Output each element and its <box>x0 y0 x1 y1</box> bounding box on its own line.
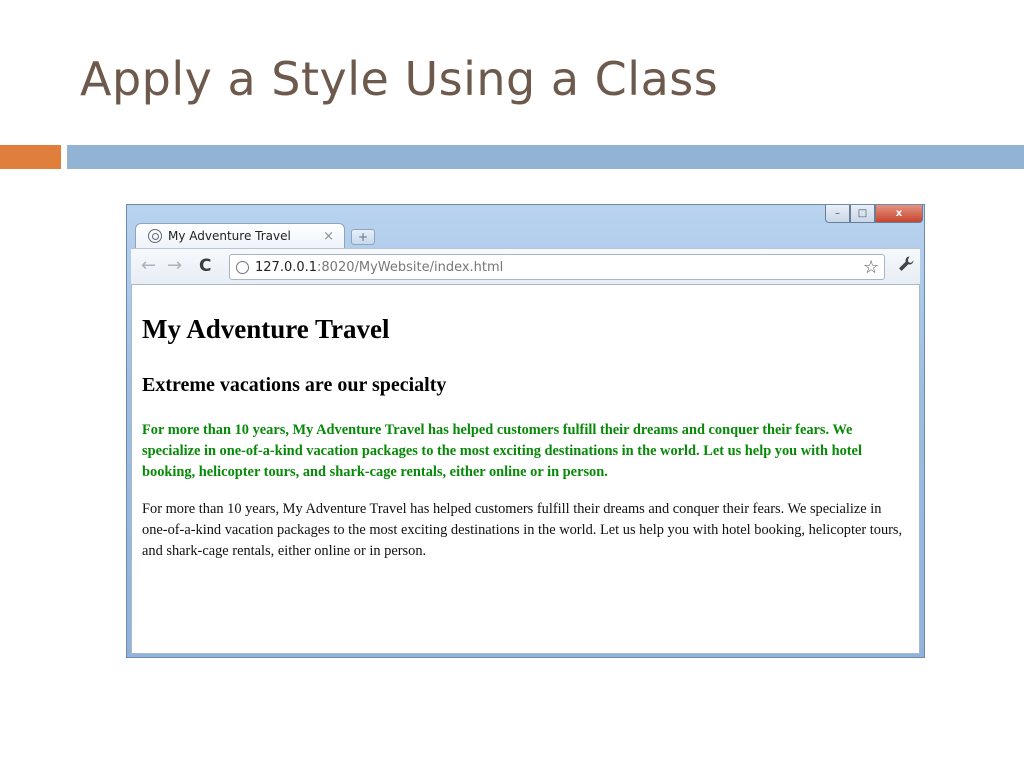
bookmark-star-icon[interactable]: ☆ <box>863 257 879 278</box>
back-arrow-icon[interactable]: ← <box>141 257 156 275</box>
slide-title: Apply a Style Using a Class <box>80 52 719 106</box>
tab-strip: My Adventure Travel × + <box>135 221 915 248</box>
new-tab-button[interactable]: + <box>351 229 375 245</box>
wrench-menu-icon[interactable] <box>897 255 915 278</box>
tab-close-icon[interactable]: × <box>323 229 334 244</box>
styled-paragraph: For more than 10 years, My Adventure Tra… <box>142 422 862 480</box>
tab-title: My Adventure Travel <box>168 229 291 243</box>
globe-icon <box>148 229 162 243</box>
page-globe-icon <box>236 260 249 274</box>
tab-my-adventure-travel[interactable]: My Adventure Travel × <box>135 223 345 248</box>
page-viewport: My Adventure Travel Extreme vacations ar… <box>131 284 920 654</box>
address-bar[interactable]: 127.0.0.1:8020/MyWebsite/index.html <box>229 254 885 280</box>
page-subheading: Extreme vacations are our specialty <box>142 374 447 396</box>
reload-icon[interactable]: C <box>199 257 211 275</box>
browser-toolbar: ← → C 127.0.0.1:8020/MyWebsite/index.htm… <box>131 248 920 284</box>
page-heading: My Adventure Travel <box>142 314 390 344</box>
forward-arrow-icon[interactable]: → <box>167 257 182 275</box>
browser-window: – □ x My Adventure Travel × + ← → C 127.… <box>126 204 925 658</box>
url-host: 127.0.0.1 <box>255 259 318 275</box>
plain-paragraph: For more than 10 years, My Adventure Tra… <box>142 501 903 559</box>
url-path: :8020/MyWebsite/index.html <box>317 259 504 275</box>
accent-bar-orange <box>0 145 61 169</box>
accent-bar-blue <box>67 145 1024 169</box>
page-content: My Adventure Travel Extreme vacations ar… <box>142 285 907 562</box>
